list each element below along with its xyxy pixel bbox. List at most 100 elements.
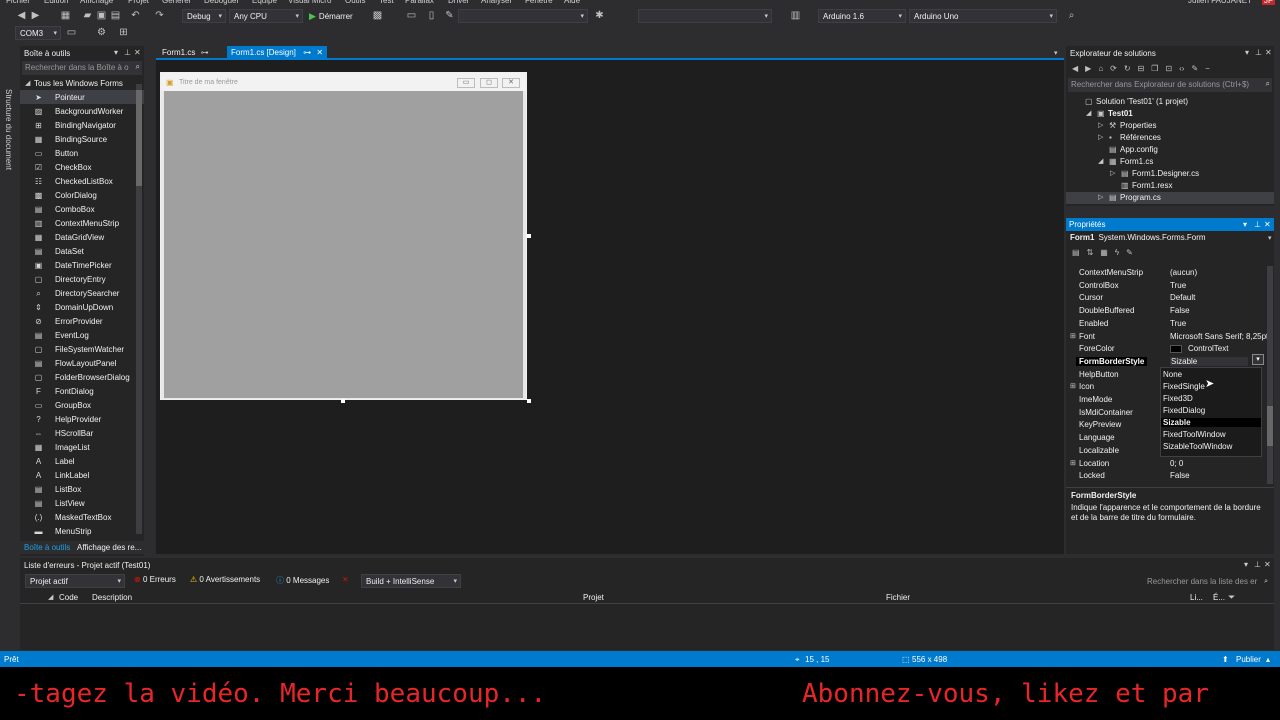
pin-icon[interactable]: ⊶	[303, 48, 311, 57]
arduino-version-combo[interactable]: Arduino 1.6 ▾	[818, 9, 906, 23]
collapsed-icon[interactable]: ▷	[1098, 193, 1103, 201]
collapse-all-icon[interactable]: ⊟	[1138, 64, 1145, 73]
toolbox-item[interactable]: A Label	[20, 454, 144, 468]
menu-item[interactable]: Affichage	[80, 0, 113, 5]
toolbox-item[interactable]: ⇕ DomainUpDown	[20, 300, 144, 314]
error-scope-combo[interactable]: Projet actif ▾	[25, 574, 125, 588]
publish-icon[interactable]: ⬆	[1222, 655, 1229, 664]
property-dropdown-button[interactable]: ▾	[1252, 354, 1264, 365]
forward-icon[interactable]: ▶	[1085, 64, 1091, 73]
column-file[interactable]: Fichier	[886, 593, 910, 602]
toolbox-group-header[interactable]: ◢ Tous les Windows Forms	[20, 76, 144, 90]
dropdown-option[interactable]: SizableToolWindow	[1163, 442, 1232, 451]
attach-icon[interactable]: ▩	[372, 10, 383, 21]
copy-icon[interactable]: ❐	[1151, 64, 1158, 73]
bookmark-icon[interactable]: ▯	[426, 10, 437, 21]
menu-item[interactable]: Projet	[128, 0, 149, 5]
toolbox-item[interactable]: ☷ CheckedListBox	[20, 174, 144, 188]
toolbar-empty-combo-2[interactable]: ▾	[638, 9, 772, 23]
toolbox-item[interactable]: ▢ DirectoryEntry	[20, 272, 144, 286]
property-pages-icon[interactable]: ✎	[1126, 248, 1133, 257]
toolbox-item[interactable]: ▤ FlowLayoutPanel	[20, 356, 144, 370]
toolbox-item[interactable]: ▤ EventLog	[20, 328, 144, 342]
toolbox-item[interactable]: F FontDialog	[20, 384, 144, 398]
clear-filter-icon[interactable]: ⨯	[342, 575, 349, 587]
menu-item[interactable]: Fichier	[6, 0, 30, 5]
property-value[interactable]: (aucun)	[1170, 268, 1197, 277]
dropdown-option[interactable]: FixedDialog	[1163, 406, 1205, 415]
tab-toolbox[interactable]: Boîte à outils	[24, 543, 70, 552]
collapsed-icon[interactable]: ▷	[1098, 121, 1103, 129]
warnings-filter-button[interactable]: ⚠ 0 Avertissements	[190, 575, 260, 587]
show-all-icon[interactable]: ⊡	[1165, 64, 1172, 73]
toolbox-item[interactable]: A LinkLabel	[20, 468, 144, 482]
toolbox-item[interactable]: ▢ FolderBrowserDialog	[20, 370, 144, 384]
menu-item[interactable]: Visual Micro	[288, 0, 331, 5]
toolbox-item[interactable]: ▤ ListView	[20, 496, 144, 510]
error-list-search-input[interactable]: Rechercher dans la liste des er ⌕	[1142, 574, 1272, 588]
property-row[interactable]: ContextMenuStrip (aucun)	[1066, 266, 1266, 279]
errors-filter-button[interactable]: ⊗ 0 Erreurs	[134, 575, 176, 587]
property-row[interactable]: ForeColor ControlText	[1066, 342, 1266, 355]
collapsed-icon[interactable]: ▷	[1098, 133, 1103, 141]
serial-monitor-icon[interactable]: ▭	[66, 27, 77, 38]
resize-handle-bottom[interactable]	[341, 399, 345, 403]
close-icon[interactable]: ✕	[1264, 220, 1271, 229]
toolbox-item[interactable]: ▭ GroupBox	[20, 398, 144, 412]
dropdown-icon[interactable]: ▾	[1243, 220, 1247, 229]
tab-form1-cs[interactable]: Form1.cs ⊶	[158, 46, 213, 59]
platform-combo[interactable]: Any CPU ▾	[229, 9, 303, 23]
toolbox-item[interactable]: ▨ BackgroundWorker	[20, 104, 144, 118]
menu-item[interactable]: Analyser	[481, 0, 512, 5]
chevron-up-icon[interactable]: ▴	[1266, 655, 1270, 664]
toolbox-item[interactable]: ▦ ImageList	[20, 440, 144, 454]
build-filter-combo[interactable]: Build + IntelliSense ▾	[361, 574, 461, 588]
tree-item[interactable]: ◢ ▦ Form1.cs	[1066, 156, 1274, 168]
sync-icon[interactable]: ⟳	[1110, 64, 1117, 73]
tab-resource-view[interactable]: Affichage des re...	[77, 543, 141, 552]
menu-item[interactable]: Générer	[162, 0, 191, 5]
document-outline-tab[interactable]: Structure du document	[0, 43, 20, 558]
dropdown-option[interactable]: FixedSingle	[1163, 382, 1205, 391]
solution-explorer-search-input[interactable]: Rechercher dans Explorateur de solutions…	[1068, 78, 1272, 92]
toolbox-item[interactable]: ▦ BindingSource	[20, 132, 144, 146]
column-line[interactable]: Li...	[1190, 593, 1203, 602]
resize-handle-corner[interactable]	[527, 399, 531, 403]
menu-item[interactable]: Equipe	[252, 0, 277, 5]
property-row[interactable]: ⊞ Font Microsoft Sans Serif; 8,25pt	[1066, 330, 1268, 343]
column-project[interactable]: Projet	[583, 593, 604, 602]
back-icon[interactable]: ◀	[16, 10, 27, 21]
form-client-area[interactable]	[164, 91, 523, 398]
toolbox-item[interactable]: ▤ ListBox	[20, 482, 144, 496]
menu-item[interactable]: Fenêtre	[525, 0, 553, 5]
toolbar-empty-combo-1[interactable]: ▾	[458, 9, 588, 23]
expand-icon[interactable]: ⊞	[1070, 332, 1076, 340]
categorized-icon[interactable]: ▤	[1072, 248, 1080, 257]
save-icon[interactable]: ▣	[96, 10, 107, 21]
tree-item[interactable]: ▢ Solution 'Test01' (1 projet)	[1066, 96, 1274, 108]
collapsed-icon[interactable]: ▷	[1110, 169, 1115, 177]
new-project-icon[interactable]: ▦	[60, 10, 71, 21]
pin-icon[interactable]: ⊥	[1254, 220, 1261, 229]
edit-icon[interactable]: ✎	[444, 10, 455, 21]
tree-item[interactable]: ◢ ▣ Test01	[1066, 108, 1274, 120]
property-row[interactable]: FormBorderStyle Sizable	[1066, 355, 1266, 368]
code-icon[interactable]: ‹›	[1179, 64, 1184, 73]
pin-icon[interactable]: ⊥	[124, 48, 131, 57]
property-value[interactable]: Sizable	[1170, 356, 1248, 366]
open-folder-icon[interactable]: ▰	[82, 10, 93, 21]
properties-object-selector[interactable]: Form1 System.Windows.Forms.Form ▾	[1066, 231, 1274, 244]
close-icon[interactable]: ✕	[134, 48, 141, 57]
dropdown-option[interactable]: None	[1163, 370, 1182, 379]
column-description[interactable]: Description	[92, 593, 132, 602]
refresh-icon[interactable]: ↻	[1124, 64, 1131, 73]
property-row[interactable]: Enabled True	[1066, 317, 1266, 330]
toolbox-item[interactable]: ➤ Pointeur	[20, 90, 144, 104]
column-state[interactable]: É...	[1213, 593, 1225, 602]
scrollbar-thumb[interactable]	[136, 90, 142, 186]
tool-icon[interactable]: ⊞	[118, 27, 129, 38]
menu-item[interactable]: Edition	[44, 0, 68, 5]
debug-tools-icon[interactable]: ✱	[594, 10, 605, 21]
close-icon[interactable]: ✕	[1264, 560, 1271, 569]
minus-icon[interactable]: −	[1205, 64, 1210, 73]
